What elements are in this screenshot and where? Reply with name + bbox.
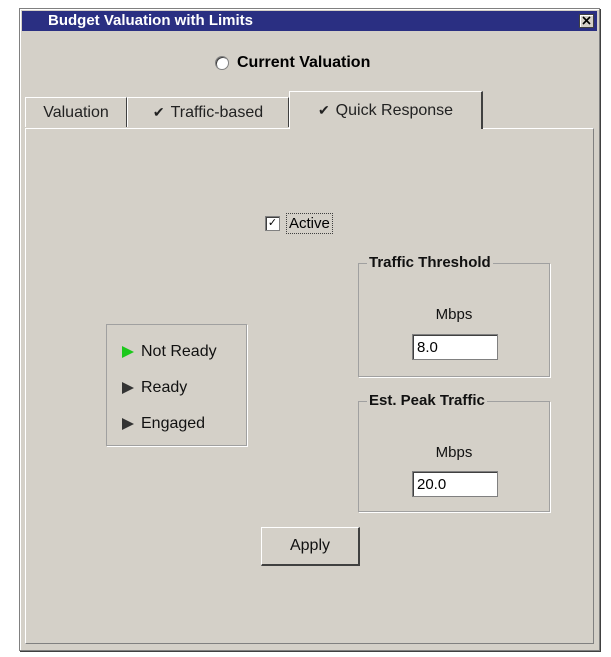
close-icon bbox=[582, 16, 591, 25]
est-peak-traffic-unit: Mbps bbox=[435, 444, 473, 461]
title-bar: Budget Valuation with Limits bbox=[22, 11, 597, 31]
status-engaged: Engaged bbox=[122, 415, 205, 433]
traffic-threshold-title: Traffic Threshold bbox=[367, 254, 493, 271]
check-icon: ✔ bbox=[317, 102, 330, 118]
play-arrow-icon bbox=[122, 346, 134, 358]
status-label: Not Ready bbox=[141, 343, 217, 360]
current-valuation-option[interactable]: Current Valuation bbox=[215, 53, 370, 73]
apply-button[interactable]: Apply bbox=[261, 527, 360, 566]
tab-valuation[interactable]: Valuation bbox=[25, 97, 127, 127]
traffic-threshold-unit: Mbps bbox=[435, 306, 473, 323]
active-checkbox[interactable]: ✓ bbox=[265, 216, 280, 231]
current-valuation-radio[interactable] bbox=[215, 56, 229, 70]
play-arrow-icon bbox=[122, 382, 134, 394]
tab-traffic-based-label: Traffic-based bbox=[170, 103, 264, 121]
est-peak-traffic-group: Est. Peak Traffic Mbps 20.0 bbox=[358, 392, 550, 512]
check-icon: ✔ bbox=[152, 104, 165, 120]
status-not-ready: Not Ready bbox=[122, 343, 217, 361]
traffic-threshold-group: Traffic Threshold Mbps 8.0 bbox=[358, 254, 550, 377]
window-title: Budget Valuation with Limits bbox=[48, 12, 254, 29]
active-label: Active bbox=[286, 213, 333, 234]
status-ready: Ready bbox=[122, 379, 187, 397]
traffic-threshold-input[interactable]: 8.0 bbox=[412, 334, 498, 360]
current-valuation-label: Current Valuation bbox=[237, 54, 371, 71]
close-button[interactable] bbox=[579, 14, 594, 28]
active-option[interactable]: ✓ Active bbox=[265, 213, 333, 234]
budget-valuation-window: Budget Valuation with Limits Current Val… bbox=[19, 8, 600, 651]
tab-traffic-based[interactable]: ✔ Traffic-based bbox=[127, 97, 289, 127]
tab-strip: Valuation ✔ Traffic-based ✔ Quick Respon… bbox=[25, 91, 594, 129]
est-peak-traffic-title: Est. Peak Traffic bbox=[367, 392, 487, 409]
tab-valuation-label: Valuation bbox=[43, 103, 109, 121]
status-label: Engaged bbox=[141, 415, 206, 432]
tab-quick-response[interactable]: ✔ Quick Response bbox=[289, 91, 483, 129]
status-indicator-group: Not Ready Ready Engaged bbox=[106, 324, 247, 446]
tab-quick-response-label: Quick Response bbox=[335, 101, 454, 119]
play-arrow-icon bbox=[122, 418, 134, 430]
status-label: Ready bbox=[141, 379, 188, 396]
est-peak-traffic-input[interactable]: 20.0 bbox=[412, 471, 498, 497]
